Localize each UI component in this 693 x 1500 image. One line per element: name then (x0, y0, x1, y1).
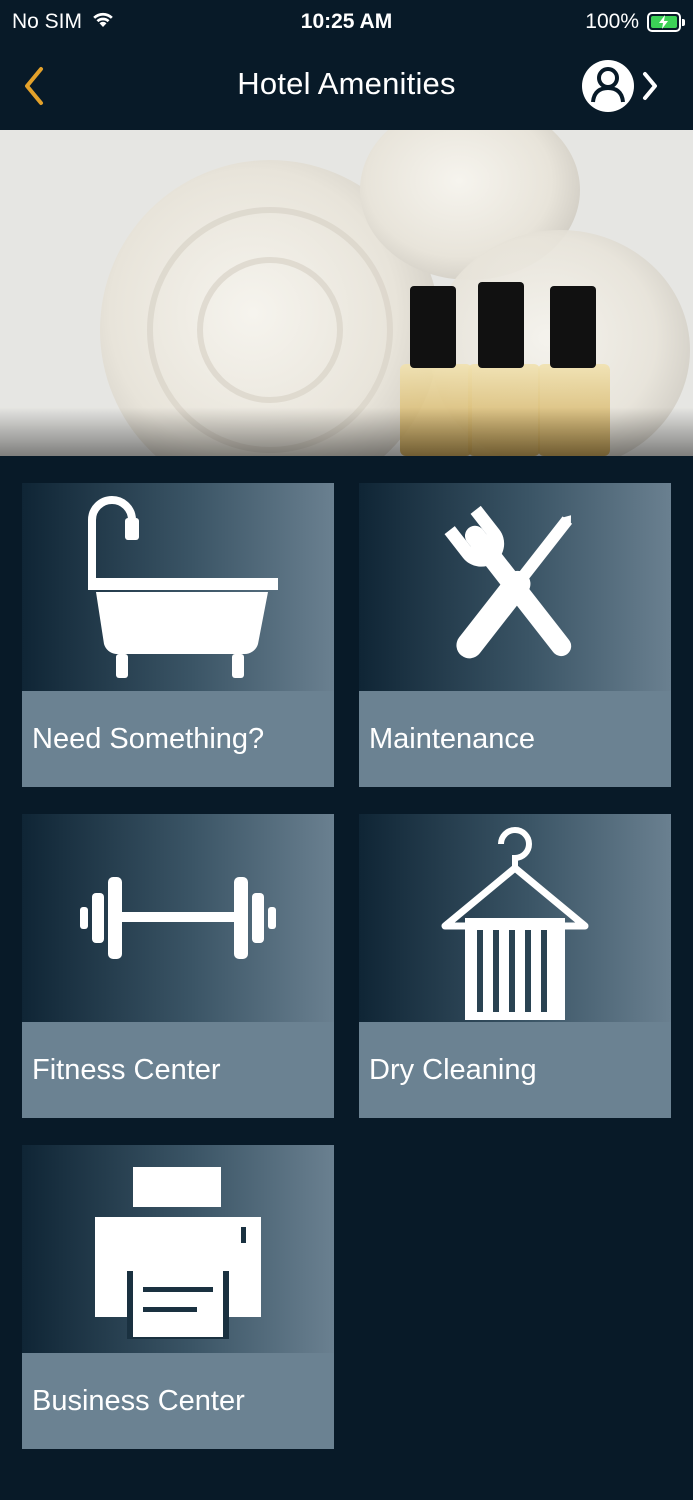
carrier-label: No SIM (12, 10, 83, 33)
tile-need-something[interactable]: Need Something? (22, 483, 334, 787)
hanger-icon (441, 827, 589, 1020)
amenities-grid: Need Something? Maintenance Fitness Cent… (22, 483, 672, 1449)
status-bar: No SIM 10:25 AM 100% (0, 0, 693, 44)
tile-business-center[interactable]: Business Center (22, 1145, 334, 1449)
bathtub-icon (88, 496, 278, 678)
tile-label: Fitness Center (22, 1022, 334, 1118)
wifi-icon (90, 9, 116, 35)
tile-label: Dry Cleaning (359, 1022, 671, 1118)
tile-label: Business Center (22, 1353, 334, 1449)
profile-button[interactable] (580, 52, 664, 120)
chevron-right-icon (643, 72, 657, 100)
battery-percent: 100% (585, 10, 639, 33)
printer-icon (95, 1167, 261, 1339)
dumbbell-icon (80, 877, 276, 959)
tile-label: Need Something? (22, 691, 334, 787)
tile-maintenance[interactable]: Maintenance (359, 483, 671, 787)
tools-icon (444, 505, 573, 659)
tile-dry-cleaning[interactable]: Dry Cleaning (359, 814, 671, 1118)
navigation-bar: Hotel Amenities (0, 44, 693, 130)
user-avatar-icon (582, 60, 634, 112)
hero-image (0, 130, 693, 456)
tile-fitness-center[interactable]: Fitness Center (22, 814, 334, 1118)
battery-icon (647, 12, 685, 32)
tile-label: Maintenance (359, 691, 671, 787)
